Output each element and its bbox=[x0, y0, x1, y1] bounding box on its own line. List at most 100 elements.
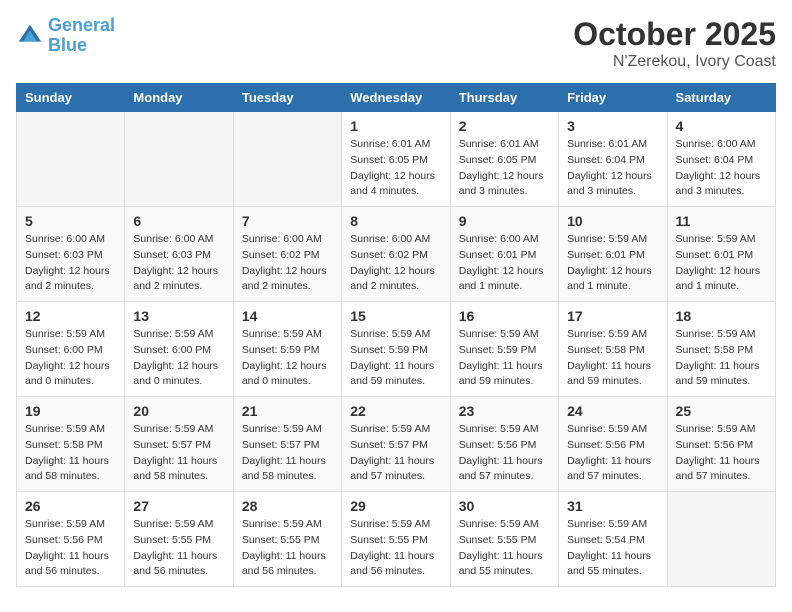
day-info: Sunrise: 5:59 AM Sunset: 5:58 PM Dayligh… bbox=[676, 327, 767, 390]
calendar-cell: 21Sunrise: 5:59 AM Sunset: 5:57 PM Dayli… bbox=[233, 397, 341, 492]
day-info: Sunrise: 6:01 AM Sunset: 6:05 PM Dayligh… bbox=[459, 137, 550, 200]
calendar-cell bbox=[125, 112, 233, 207]
calendar-cell: 6 Sunrise: 6:00 AM Sunset: 6:03 PM Daylig… bbox=[125, 207, 233, 302]
title-block: October 2025 N'Zerekou, Ivory Coast bbox=[573, 16, 776, 71]
weekday-header-row: SundayMondayTuesdayWednesdayThursdayFrid… bbox=[17, 84, 776, 112]
day-number: 13 bbox=[133, 308, 224, 324]
calendar-cell: 16Sunrise: 5:59 AM Sunset: 5:59 PM Dayli… bbox=[450, 302, 558, 397]
page-header: General Blue October 2025 N'Zerekou, Ivo… bbox=[16, 16, 776, 71]
day-number: 4 bbox=[676, 118, 767, 134]
week-row-5: 26 Sunrise: 5:59 AM Sunset: 5:56 PM Dayli… bbox=[17, 492, 776, 587]
calendar-cell: 5Sunrise: 6:00 AM Sunset: 6:03 PM Daylig… bbox=[17, 207, 125, 302]
day-info: Sunrise: 6:00 AM Sunset: 6:01 PM Dayligh… bbox=[459, 232, 550, 295]
day-info: Sunrise: 5:59 AM Sunset: 5:57 PM Dayligh… bbox=[350, 422, 441, 485]
day-number: 30 bbox=[459, 498, 550, 514]
calendar-cell: 30 Sunrise: 5:59 AM Sunset: 5:55 PM Dayli… bbox=[450, 492, 558, 587]
day-number: 7 bbox=[242, 213, 333, 229]
day-info: Sunrise: 5:59 AM Sunset: 5:59 PM Dayligh… bbox=[350, 327, 441, 390]
day-number: 16 bbox=[459, 308, 550, 324]
calendar-cell bbox=[233, 112, 341, 207]
logo-line2: Blue bbox=[48, 35, 87, 55]
weekday-header-tuesday: Tuesday bbox=[233, 84, 341, 112]
week-row-4: 19 Sunrise: 5:59 AM Sunset: 5:58 PM Dayli… bbox=[17, 397, 776, 492]
day-number: 19 bbox=[25, 403, 116, 419]
day-number: 27 bbox=[133, 498, 224, 514]
calendar-cell: 19 Sunrise: 5:59 AM Sunset: 5:58 PM Dayli… bbox=[17, 397, 125, 492]
day-info: Sunrise: 6:00 AM Sunset: 6:02 PM Dayligh… bbox=[350, 232, 441, 295]
day-number: 29 bbox=[350, 498, 441, 514]
day-number: 18 bbox=[676, 308, 767, 324]
weekday-header-wednesday: Wednesday bbox=[342, 84, 450, 112]
day-info: Sunrise: 5:59 AM Sunset: 6:00 PM Dayligh… bbox=[25, 327, 116, 390]
logo-line1: General bbox=[48, 15, 115, 35]
calendar-cell: 31 Sunrise: 5:59 AM Sunset: 5:54 PM Dayli… bbox=[559, 492, 667, 587]
calendar-cell: 2 Sunrise: 6:01 AM Sunset: 6:05 PM Daylig… bbox=[450, 112, 558, 207]
day-number: 6 bbox=[133, 213, 224, 229]
day-number: 28 bbox=[242, 498, 333, 514]
day-info: Sunrise: 6:01 AM Sunset: 6:05 PM Dayligh… bbox=[350, 137, 441, 200]
day-info: Sunrise: 6:00 AM Sunset: 6:04 PM Dayligh… bbox=[676, 137, 767, 200]
day-number: 31 bbox=[567, 498, 658, 514]
calendar-cell: 14 Sunrise: 5:59 AM Sunset: 5:59 PM Dayli… bbox=[233, 302, 341, 397]
day-info: Sunrise: 5:59 AM Sunset: 5:56 PM Dayligh… bbox=[25, 517, 116, 580]
calendar-cell: 18 Sunrise: 5:59 AM Sunset: 5:58 PM Dayli… bbox=[667, 302, 775, 397]
day-info: Sunrise: 5:59 AM Sunset: 6:01 PM Dayligh… bbox=[567, 232, 658, 295]
calendar-cell: 22 Sunrise: 5:59 AM Sunset: 5:57 PM Dayli… bbox=[342, 397, 450, 492]
calendar-cell: 25 Sunrise: 5:59 AM Sunset: 5:56 PM Dayli… bbox=[667, 397, 775, 492]
weekday-header-monday: Monday bbox=[125, 84, 233, 112]
calendar-cell: 1 Sunrise: 6:01 AM Sunset: 6:05 PM Daylig… bbox=[342, 112, 450, 207]
day-number: 11 bbox=[676, 213, 767, 229]
day-number: 20 bbox=[133, 403, 224, 419]
day-number: 22 bbox=[350, 403, 441, 419]
calendar-cell: 12Sunrise: 5:59 AM Sunset: 6:00 PM Dayli… bbox=[17, 302, 125, 397]
calendar-table: SundayMondayTuesdayWednesdayThursdayFrid… bbox=[16, 83, 776, 587]
weekday-header-sunday: Sunday bbox=[17, 84, 125, 112]
weekday-header-friday: Friday bbox=[559, 84, 667, 112]
calendar-cell: 4 Sunrise: 6:00 AM Sunset: 6:04 PM Daylig… bbox=[667, 112, 775, 207]
day-info: Sunrise: 5:59 AM Sunset: 5:54 PM Dayligh… bbox=[567, 517, 658, 580]
logo-icon bbox=[16, 22, 44, 50]
day-number: 14 bbox=[242, 308, 333, 324]
calendar-cell: 28 Sunrise: 5:59 AM Sunset: 5:55 PM Dayli… bbox=[233, 492, 341, 587]
day-number: 23 bbox=[459, 403, 550, 419]
day-info: Sunrise: 5:59 AM Sunset: 5:58 PM Dayligh… bbox=[25, 422, 116, 485]
week-row-2: 5Sunrise: 6:00 AM Sunset: 6:03 PM Daylig… bbox=[17, 207, 776, 302]
day-number: 15 bbox=[350, 308, 441, 324]
day-info: Sunrise: 5:59 AM Sunset: 5:56 PM Dayligh… bbox=[676, 422, 767, 485]
calendar-cell: 27 Sunrise: 5:59 AM Sunset: 5:55 PM Dayli… bbox=[125, 492, 233, 587]
day-info: Sunrise: 5:59 AM Sunset: 5:59 PM Dayligh… bbox=[242, 327, 333, 390]
day-info: Sunrise: 5:59 AM Sunset: 6:01 PM Dayligh… bbox=[676, 232, 767, 295]
day-info: Sunrise: 5:59 AM Sunset: 5:57 PM Dayligh… bbox=[242, 422, 333, 485]
day-number: 24 bbox=[567, 403, 658, 419]
day-info: Sunrise: 5:59 AM Sunset: 5:55 PM Dayligh… bbox=[459, 517, 550, 580]
calendar-cell: 17 Sunrise: 5:59 AM Sunset: 5:58 PM Dayli… bbox=[559, 302, 667, 397]
day-info: Sunrise: 5:59 AM Sunset: 5:55 PM Dayligh… bbox=[242, 517, 333, 580]
calendar-cell: 7 Sunrise: 6:00 AM Sunset: 6:02 PM Daylig… bbox=[233, 207, 341, 302]
day-number: 25 bbox=[676, 403, 767, 419]
calendar-cell: 3Sunrise: 6:01 AM Sunset: 6:04 PM Daylig… bbox=[559, 112, 667, 207]
day-info: Sunrise: 5:59 AM Sunset: 5:58 PM Dayligh… bbox=[567, 327, 658, 390]
week-row-3: 12Sunrise: 5:59 AM Sunset: 6:00 PM Dayli… bbox=[17, 302, 776, 397]
week-row-1: 1 Sunrise: 6:01 AM Sunset: 6:05 PM Daylig… bbox=[17, 112, 776, 207]
calendar-cell bbox=[667, 492, 775, 587]
calendar-cell: 9Sunrise: 6:00 AM Sunset: 6:01 PM Daylig… bbox=[450, 207, 558, 302]
day-info: Sunrise: 5:59 AM Sunset: 5:55 PM Dayligh… bbox=[350, 517, 441, 580]
weekday-header-saturday: Saturday bbox=[667, 84, 775, 112]
day-info: Sunrise: 6:00 AM Sunset: 6:02 PM Dayligh… bbox=[242, 232, 333, 295]
day-info: Sunrise: 6:00 AM Sunset: 6:03 PM Dayligh… bbox=[25, 232, 116, 295]
location-subtitle: N'Zerekou, Ivory Coast bbox=[573, 53, 776, 71]
day-number: 17 bbox=[567, 308, 658, 324]
day-number: 1 bbox=[350, 118, 441, 134]
month-title: October 2025 bbox=[573, 16, 776, 53]
calendar-cell: 24Sunrise: 5:59 AM Sunset: 5:56 PM Dayli… bbox=[559, 397, 667, 492]
day-info: Sunrise: 6:00 AM Sunset: 6:03 PM Dayligh… bbox=[133, 232, 224, 295]
logo: General Blue bbox=[16, 16, 115, 56]
day-number: 2 bbox=[459, 118, 550, 134]
calendar-cell: 8Sunrise: 6:00 AM Sunset: 6:02 PM Daylig… bbox=[342, 207, 450, 302]
day-info: Sunrise: 5:59 AM Sunset: 5:55 PM Dayligh… bbox=[133, 517, 224, 580]
day-number: 26 bbox=[25, 498, 116, 514]
day-info: Sunrise: 5:59 AM Sunset: 5:57 PM Dayligh… bbox=[133, 422, 224, 485]
calendar-cell: 15 Sunrise: 5:59 AM Sunset: 5:59 PM Dayli… bbox=[342, 302, 450, 397]
calendar-cell bbox=[17, 112, 125, 207]
calendar-cell: 20 Sunrise: 5:59 AM Sunset: 5:57 PM Dayli… bbox=[125, 397, 233, 492]
